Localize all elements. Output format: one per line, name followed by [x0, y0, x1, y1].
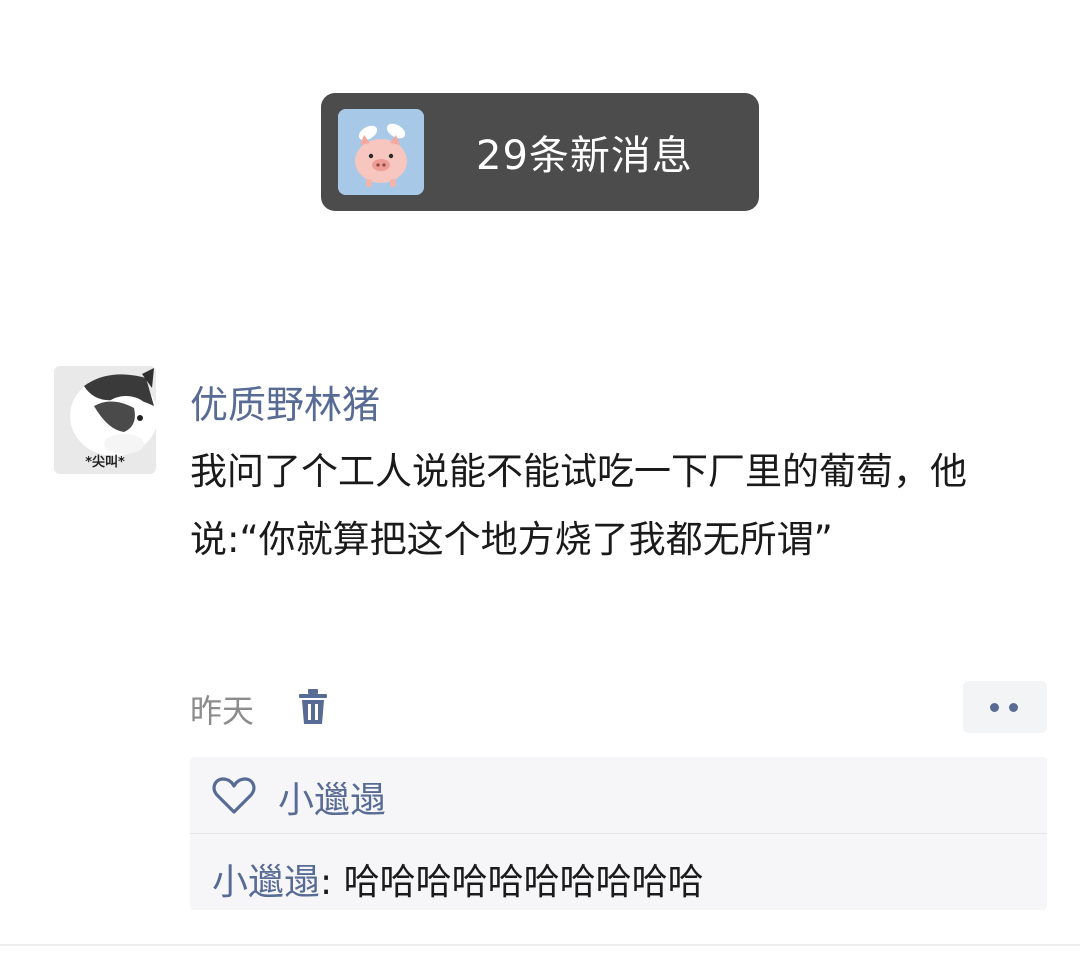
pig-with-wings-icon [338, 109, 424, 195]
interactions-panel: 小邋遢 小邋遢: 哈哈哈哈哈哈哈哈哈哈 [190, 757, 1047, 910]
trash-icon[interactable] [296, 688, 330, 726]
likes-row: 小邋遢 [190, 757, 1047, 833]
avatar-caption: *尖叫* [85, 455, 125, 470]
comment-text: 哈哈哈哈哈哈哈哈哈哈 [343, 862, 704, 903]
heart-outline-icon [212, 777, 256, 814]
new-messages-count: 29条新消息 [476, 133, 693, 179]
divider [190, 833, 1047, 834]
more-dots-icon[interactable] [963, 681, 1047, 733]
like-user[interactable]: 小邋遢 [278, 771, 386, 823]
more-dot [990, 703, 999, 712]
post-time: 昨天 [190, 692, 255, 730]
comment-separator: : [320, 862, 344, 903]
more-dot [1009, 703, 1018, 712]
comment-author[interactable]: 小邋遢 [212, 862, 320, 903]
post-content: 我问了个工人说能不能试吃一下厂里的葡萄，他说:“你就算把这个地方烧了我都无所谓” [190, 450, 967, 561]
new-messages-notice[interactable]: 29条新消息 [321, 93, 759, 211]
avatar[interactable]: *尖叫* [54, 366, 156, 474]
post-author[interactable]: 优质野林猪 [190, 374, 380, 429]
comment-item[interactable]: 小邋遢: 哈哈哈哈哈哈哈哈哈哈 [212, 853, 704, 905]
divider [0, 944, 1080, 946]
